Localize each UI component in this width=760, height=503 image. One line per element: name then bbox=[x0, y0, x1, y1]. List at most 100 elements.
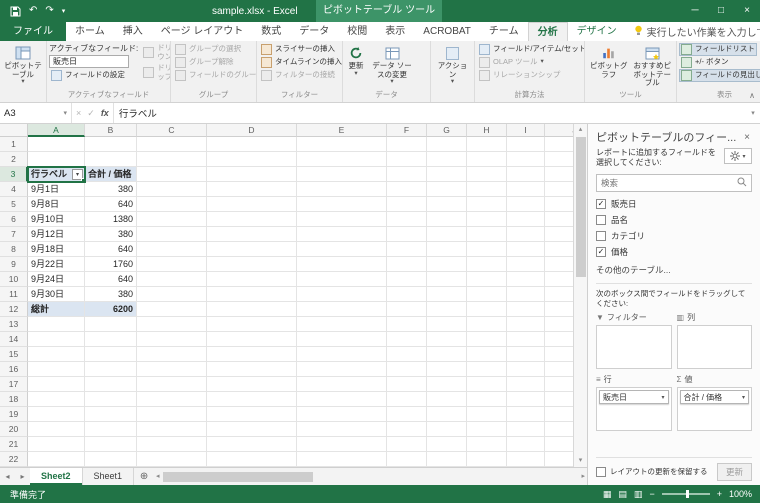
cell-A12[interactable]: 総計 bbox=[28, 302, 85, 317]
cell-C10[interactable] bbox=[137, 272, 207, 287]
cell-F18[interactable] bbox=[387, 392, 427, 407]
row-header-4[interactable]: 4 bbox=[0, 182, 28, 197]
maximize-button[interactable]: □ bbox=[708, 0, 734, 22]
zoom-slider[interactable] bbox=[661, 490, 710, 498]
cell-D3[interactable] bbox=[207, 167, 297, 182]
drill-down-button[interactable]: ドリルダウン bbox=[141, 43, 170, 62]
redo-icon[interactable]: ↷ bbox=[45, 6, 53, 16]
recommended-pivottables-button[interactable]: おすすめピボットテーブル bbox=[631, 43, 675, 88]
row-header-6[interactable]: 6 bbox=[0, 212, 28, 227]
cell-E15[interactable] bbox=[297, 347, 387, 362]
field-item-価格[interactable]: ✓ 価格 bbox=[596, 244, 752, 260]
cell-A6[interactable]: 9月10日 bbox=[28, 212, 85, 227]
cell-G2[interactable] bbox=[427, 152, 467, 167]
cell-G15[interactable] bbox=[427, 347, 467, 362]
cell-D9[interactable] bbox=[207, 257, 297, 272]
cell-I11[interactable] bbox=[507, 287, 545, 302]
cell-J18[interactable] bbox=[545, 392, 573, 407]
cell-C11[interactable] bbox=[137, 287, 207, 302]
update-button[interactable]: 更新 bbox=[716, 463, 752, 481]
olap-tools-button[interactable]: OLAP ツール ▾ bbox=[477, 56, 546, 69]
tab-ページ レイアウト[interactable]: ページ レイアウト bbox=[152, 22, 253, 41]
cell-A4[interactable]: 9月1日 bbox=[28, 182, 85, 197]
column-header-C[interactable]: C bbox=[137, 124, 207, 137]
tab-表示[interactable]: 表示 bbox=[376, 22, 414, 41]
cell-C21[interactable] bbox=[137, 437, 207, 452]
cell-J12[interactable] bbox=[545, 302, 573, 317]
cell-E18[interactable] bbox=[297, 392, 387, 407]
cell-I12[interactable] bbox=[507, 302, 545, 317]
cell-H2[interactable] bbox=[467, 152, 507, 167]
page-layout-view-icon[interactable]: ▤ bbox=[618, 489, 627, 499]
cell-D15[interactable] bbox=[207, 347, 297, 362]
cell-B9[interactable]: 1760 bbox=[85, 257, 137, 272]
cell-F14[interactable] bbox=[387, 332, 427, 347]
cell-F9[interactable] bbox=[387, 257, 427, 272]
actions-button[interactable]: アクション ▾ bbox=[433, 43, 472, 86]
row-header-7[interactable]: 7 bbox=[0, 227, 28, 242]
cell-B7[interactable]: 380 bbox=[85, 227, 137, 242]
cell-B21[interactable] bbox=[85, 437, 137, 452]
column-header-J[interactable]: J bbox=[545, 124, 573, 137]
insert-timeline-button[interactable]: タイムラインの挿入 bbox=[259, 56, 342, 69]
cell-E5[interactable] bbox=[297, 197, 387, 212]
tab-ACROBAT[interactable]: ACROBAT bbox=[414, 22, 480, 41]
tab-ホーム[interactable]: ホーム bbox=[66, 22, 114, 41]
cell-E16[interactable] bbox=[297, 362, 387, 377]
scroll-up-icon[interactable]: ▴ bbox=[579, 124, 583, 136]
cell-E3[interactable] bbox=[297, 167, 387, 182]
cell-I22[interactable] bbox=[507, 452, 545, 467]
cell-J8[interactable] bbox=[545, 242, 573, 257]
page-break-view-icon[interactable]: ▥ bbox=[634, 489, 643, 499]
cell-F12[interactable] bbox=[387, 302, 427, 317]
cell-J14[interactable] bbox=[545, 332, 573, 347]
cell-C13[interactable] bbox=[137, 317, 207, 332]
cell-I13[interactable] bbox=[507, 317, 545, 332]
cell-B20[interactable] bbox=[85, 422, 137, 437]
row-header-11[interactable]: 11 bbox=[0, 287, 28, 302]
cell-A10[interactable]: 9月24日 bbox=[28, 272, 85, 287]
cell-J22[interactable] bbox=[545, 452, 573, 467]
cell-G4[interactable] bbox=[427, 182, 467, 197]
cell-C16[interactable] bbox=[137, 362, 207, 377]
cell-A9[interactable]: 9月22日 bbox=[28, 257, 85, 272]
cell-I7[interactable] bbox=[507, 227, 545, 242]
row-header-16[interactable]: 16 bbox=[0, 362, 28, 377]
cell-C5[interactable] bbox=[137, 197, 207, 212]
cell-F3[interactable] bbox=[387, 167, 427, 182]
group-field-button[interactable]: フィールドのグループ化 bbox=[173, 69, 256, 82]
cell-I20[interactable] bbox=[507, 422, 545, 437]
cell-I1[interactable] bbox=[507, 137, 545, 152]
cell-B22[interactable] bbox=[85, 452, 137, 467]
cell-G3[interactable] bbox=[427, 167, 467, 182]
scroll-right-icon[interactable]: ▸ bbox=[581, 471, 585, 483]
cell-E22[interactable] bbox=[297, 452, 387, 467]
cell-C4[interactable] bbox=[137, 182, 207, 197]
fill-handle[interactable] bbox=[81, 178, 84, 181]
row-header-19[interactable]: 19 bbox=[0, 407, 28, 422]
cell-H16[interactable] bbox=[467, 362, 507, 377]
cell-I10[interactable] bbox=[507, 272, 545, 287]
defer-layout-checkbox[interactable] bbox=[596, 467, 606, 477]
relationships-button[interactable]: リレーションシップ bbox=[477, 69, 562, 82]
cell-E21[interactable] bbox=[297, 437, 387, 452]
cell-J3[interactable] bbox=[545, 167, 573, 182]
cell-H20[interactable] bbox=[467, 422, 507, 437]
refresh-button[interactable]: 更新 ▾ bbox=[345, 43, 367, 77]
cell-D13[interactable] bbox=[207, 317, 297, 332]
cell-B12[interactable]: 6200 bbox=[85, 302, 137, 317]
cell-B11[interactable]: 380 bbox=[85, 287, 137, 302]
cell-I3[interactable] bbox=[507, 167, 545, 182]
column-header-G[interactable]: G bbox=[427, 124, 467, 137]
columns-area-items[interactable] bbox=[676, 325, 752, 370]
cell-A20[interactable] bbox=[28, 422, 85, 437]
cell-H4[interactable] bbox=[467, 182, 507, 197]
row-header-1[interactable]: 1 bbox=[0, 137, 28, 152]
cell-H12[interactable] bbox=[467, 302, 507, 317]
cell-B19[interactable] bbox=[85, 407, 137, 422]
cell-G12[interactable] bbox=[427, 302, 467, 317]
chevron-down-icon[interactable]: ▾ bbox=[63, 109, 67, 117]
row-header-17[interactable]: 17 bbox=[0, 377, 28, 392]
cell-B6[interactable]: 1380 bbox=[85, 212, 137, 227]
column-header-D[interactable]: D bbox=[207, 124, 297, 137]
